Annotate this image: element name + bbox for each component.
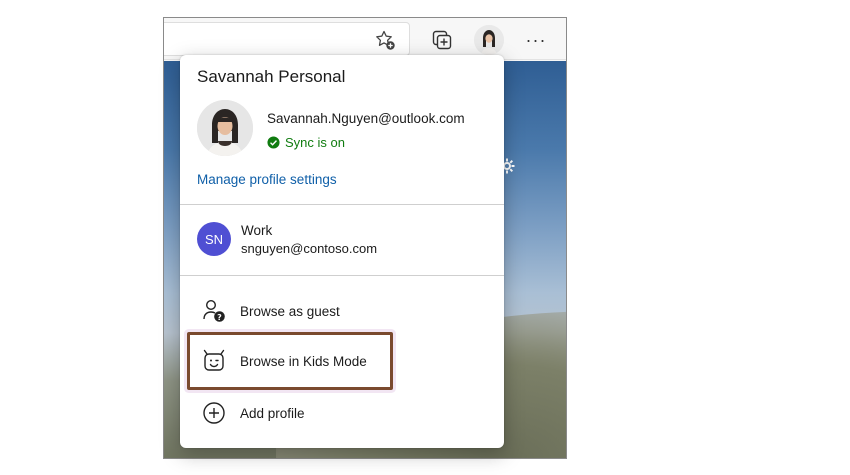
- work-profile-name: Work: [241, 222, 273, 238]
- checkmark-circle-icon: [267, 136, 280, 149]
- profile-avatar: [197, 100, 253, 156]
- profile-name: Savannah Personal: [197, 67, 346, 86]
- work-profile-item[interactable]: SN Work snguyen@contoso.com: [197, 222, 377, 256]
- manage-profile-link[interactable]: Manage profile settings: [197, 172, 337, 187]
- add-circle-icon: [200, 399, 228, 427]
- work-profile-email: snguyen@contoso.com: [241, 240, 378, 256]
- browser-toolbar: ···: [164, 18, 566, 60]
- add-profile-button[interactable]: Add profile: [200, 399, 305, 427]
- sync-status-text: Sync is on: [285, 135, 345, 150]
- work-profile-avatar: SN: [197, 222, 231, 256]
- add-profile-label: Add profile: [240, 405, 305, 421]
- sync-status: Sync is on: [267, 135, 345, 150]
- avatar[interactable]: [474, 25, 504, 55]
- more-options-button[interactable]: ···: [522, 27, 550, 53]
- browse-as-guest-button[interactable]: ? Browse as guest: [200, 297, 340, 325]
- divider: [180, 275, 504, 276]
- highlight-box: [187, 332, 393, 390]
- divider: [180, 204, 504, 205]
- guest-user-icon: ?: [200, 297, 228, 325]
- svg-text:?: ?: [217, 313, 222, 322]
- star-add-icon[interactable]: [372, 27, 398, 53]
- browse-as-guest-label: Browse as guest: [240, 303, 340, 319]
- collections-icon[interactable]: [429, 27, 455, 53]
- profile-email: Savannah.Nguyen@outlook.com: [267, 111, 465, 126]
